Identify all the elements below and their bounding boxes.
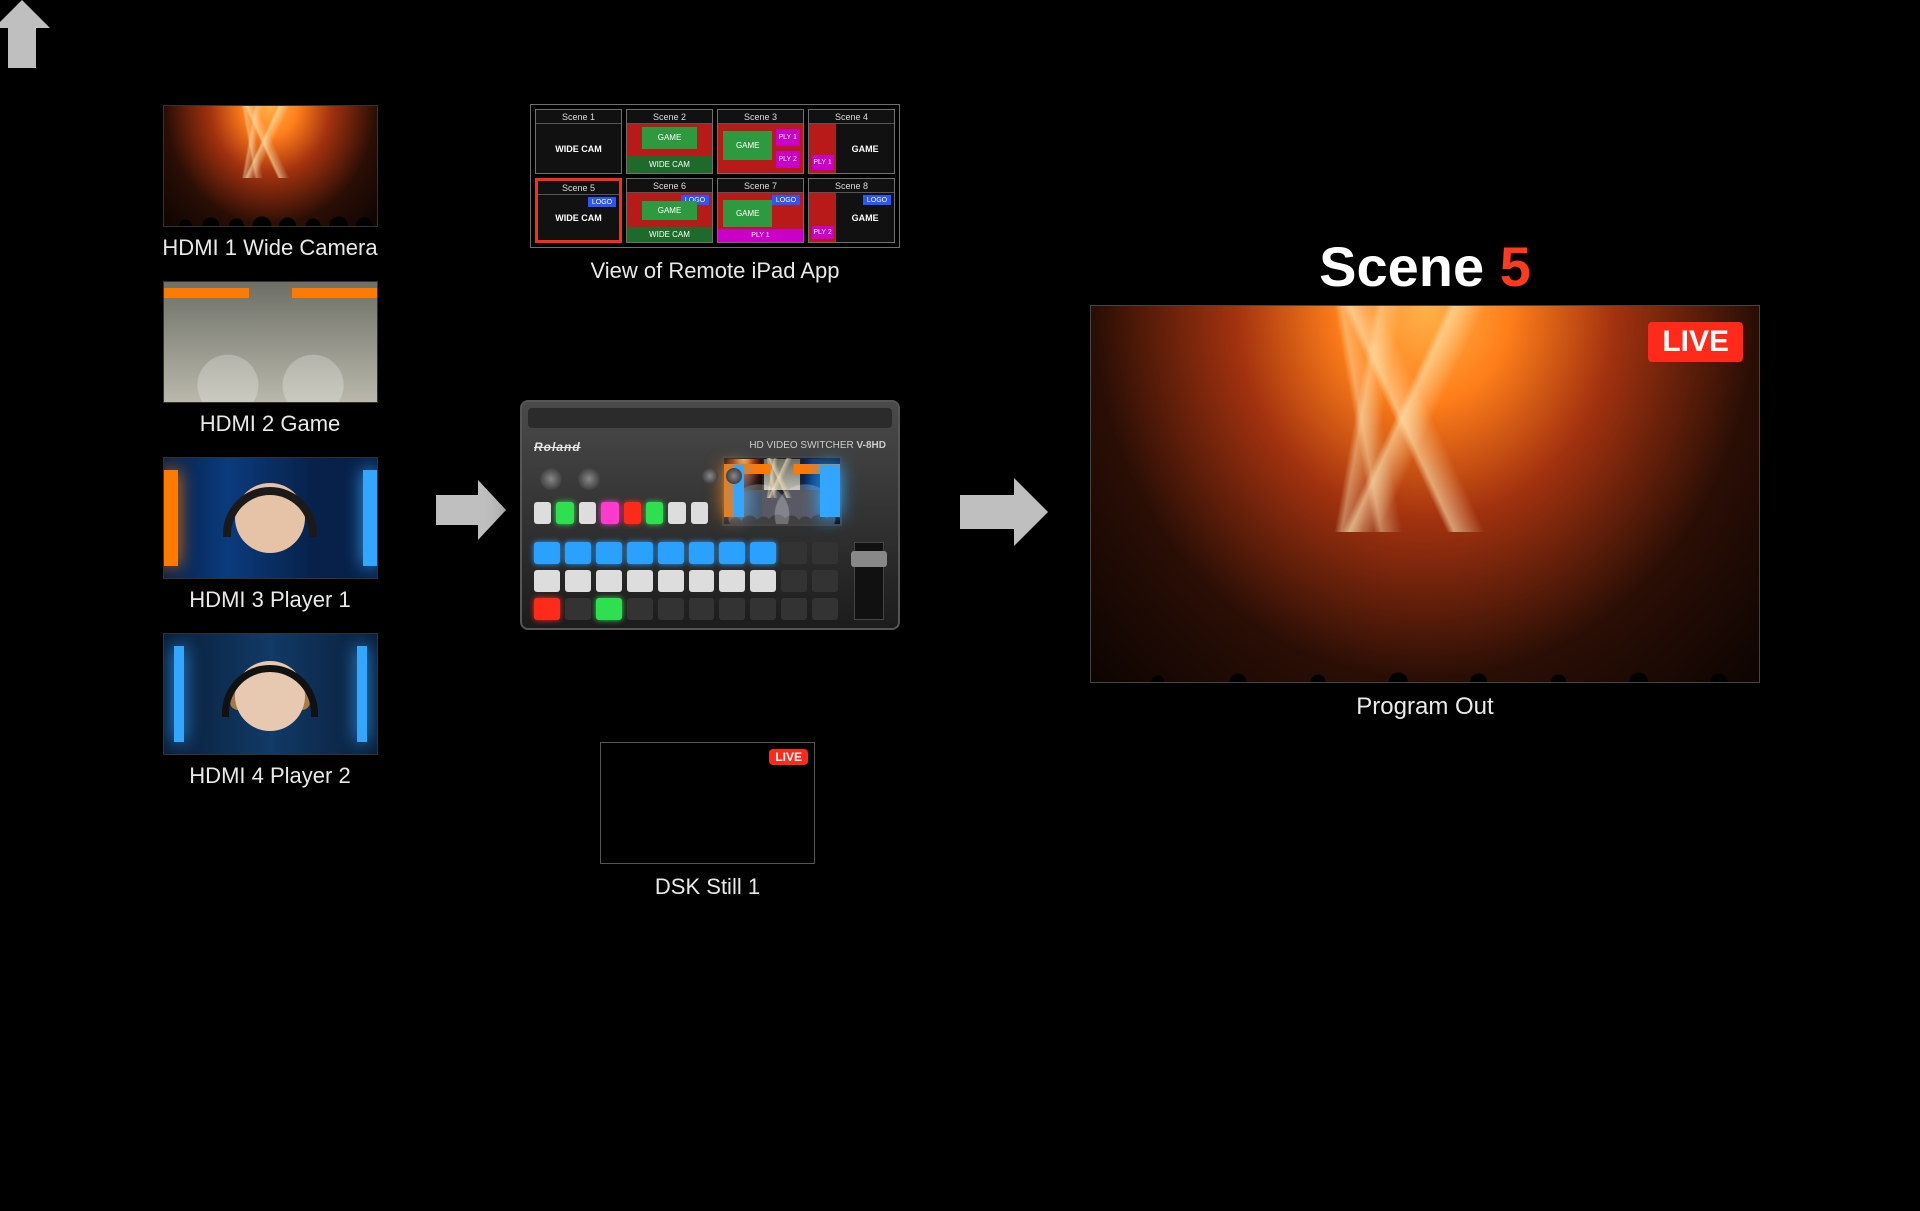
- input-source-3: HDMI 3 Player 1: [140, 457, 400, 613]
- scene-3-body: GAME PLY 1 PLY 2: [718, 124, 803, 173]
- scene-2-body: GAME WIDE CAM: [627, 124, 712, 173]
- scene-cell-2: Scene 2 GAME WIDE CAM: [626, 109, 713, 174]
- scene-cell-5: Scene 5 WIDE CAM LOGO: [535, 178, 622, 243]
- device-brand: Roland: [534, 440, 581, 454]
- scene-4-ply1: PLY 1: [812, 155, 834, 170]
- scene-8-body: GAME LOGO PLY 2: [809, 193, 894, 242]
- scene-cell-1: Scene 1 WIDE CAM: [535, 109, 622, 174]
- scene-title-1: Scene 1: [536, 110, 621, 124]
- scene-4-body: GAME PLY 1: [809, 124, 894, 173]
- scene-cell-3: Scene 3 GAME PLY 1 PLY 2: [717, 109, 804, 174]
- scene-cell-8: Scene 8 GAME LOGO PLY 2: [808, 178, 895, 243]
- scene-3-ply1: PLY 1: [776, 129, 800, 146]
- t-bar-fader: [854, 542, 884, 620]
- scene-7-plyrow: PLY 1: [718, 229, 803, 242]
- hdmi4-thumbnail: [163, 633, 378, 755]
- scene-3-ply2: PLY 2: [776, 151, 800, 168]
- device-lcd: [722, 456, 842, 526]
- hdmi3-thumbnail: [163, 457, 378, 579]
- scene-6-game: GAME: [642, 201, 696, 221]
- scene-4-game: GAME: [836, 124, 894, 173]
- scene-cell-6: Scene 6 LOGO GAME WIDE CAM: [626, 178, 713, 243]
- scene-title-2: Scene 2: [627, 110, 712, 124]
- hdmi2-label: HDMI 2 Game: [140, 411, 400, 437]
- hdmi1-label: HDMI 1 Wide Camera: [140, 235, 400, 261]
- input-source-4: HDMI 4 Player 2: [140, 633, 400, 789]
- scene-2-widecam: WIDE CAM: [627, 156, 712, 173]
- input-sources-column: HDMI 1 Wide Camera HDMI 2 Game HDMI 3 Pl…: [140, 105, 400, 809]
- dsk-label: DSK Still 1: [600, 874, 815, 900]
- hdmi2-thumbnail: [163, 281, 378, 403]
- scene-8-logo: LOGO: [863, 195, 891, 205]
- scene-cell-4: Scene 4 GAME PLY 1: [808, 109, 895, 174]
- scene-5-logo: LOGO: [588, 197, 616, 207]
- scene-2-game: GAME: [642, 127, 696, 149]
- dsk-still: LIVE DSK Still 1: [600, 742, 815, 900]
- scene-7-body: LOGO GAME PLY 1: [718, 193, 803, 242]
- program-live-badge: LIVE: [1648, 322, 1743, 362]
- scene-title-7: Scene 7: [718, 179, 803, 193]
- scene-5-body: WIDE CAM LOGO: [538, 195, 619, 240]
- ipad-caption: View of Remote iPad App: [530, 258, 900, 284]
- device-model: HD VIDEO SWITCHER V-8HD: [749, 440, 886, 451]
- scene-title-4: Scene 4: [809, 110, 894, 124]
- program-screen: LIVE: [1090, 305, 1760, 683]
- input-source-2: HDMI 2 Game: [140, 281, 400, 437]
- scene-6-body: LOGO GAME WIDE CAM: [627, 193, 712, 242]
- scene-title-3: Scene 3: [718, 110, 803, 124]
- hdmi3-label: HDMI 3 Player 1: [140, 587, 400, 613]
- hdmi1-thumbnail: [163, 105, 378, 227]
- input-source-1: HDMI 1 Wide Camera: [140, 105, 400, 261]
- scene-title-5: Scene 5: [538, 181, 619, 195]
- scene-8-ply2: PLY 2: [812, 226, 834, 239]
- scene-cell-7: Scene 7 LOGO GAME PLY 1: [717, 178, 804, 243]
- hdmi4-label: HDMI 4 Player 2: [140, 763, 400, 789]
- scene-title-6: Scene 6: [627, 179, 712, 193]
- dsk-preview: LIVE: [600, 742, 815, 864]
- scene-7-game: GAME: [723, 200, 772, 227]
- program-caption: Program Out: [1090, 693, 1760, 721]
- video-switcher-device: Roland HD VIDEO SWITCHER V-8HD: [520, 400, 900, 630]
- dsk-live-badge: LIVE: [769, 749, 808, 765]
- program-output: Scene 5 LIVE Program Out: [1090, 234, 1760, 721]
- ipad-app-view: Scene 1 WIDE CAM Scene 2 GAME WIDE CAM S…: [530, 104, 900, 284]
- scene-7-logo: LOGO: [772, 195, 800, 205]
- program-scene-title: Scene 5: [1090, 234, 1760, 299]
- scene-3-game: GAME: [723, 131, 772, 160]
- scene-6-widecam: WIDE CAM: [627, 227, 712, 242]
- scene-1-widecam: WIDE CAM: [536, 124, 621, 173]
- scene-title-8: Scene 8: [809, 179, 894, 193]
- scene-grid: Scene 1 WIDE CAM Scene 2 GAME WIDE CAM S…: [530, 104, 900, 248]
